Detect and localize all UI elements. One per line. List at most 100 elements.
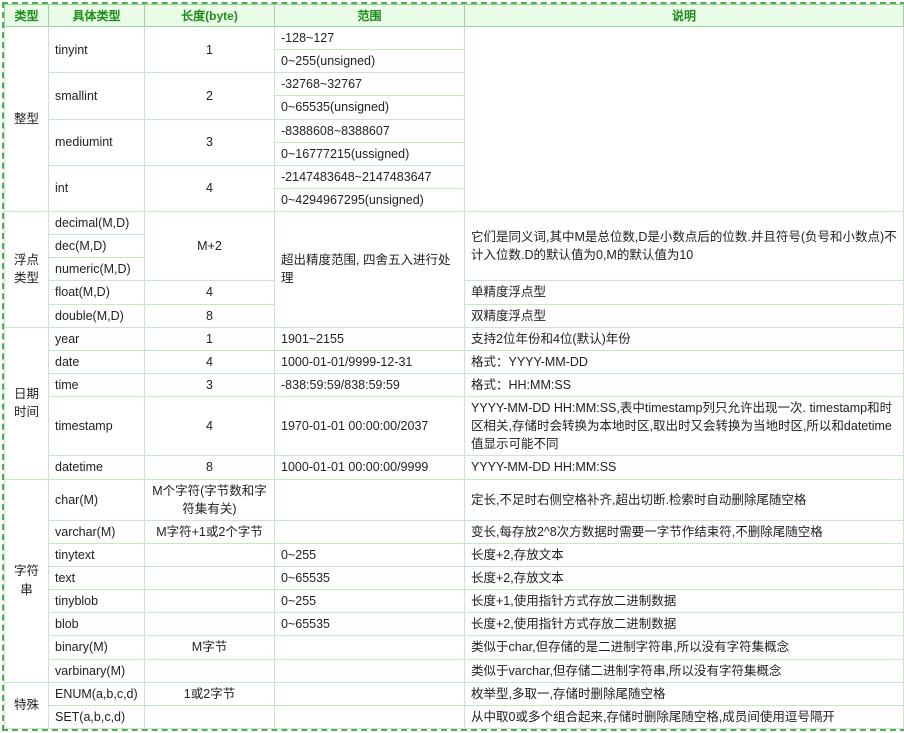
datatype-table-container: 类型 具体类型 长度(byte) 范围 说明 整型 tinyint 1 -128… xyxy=(2,2,904,731)
cell-desc: 单精度浮点型 xyxy=(465,281,904,304)
cell-range: 0~16777215(ussigned) xyxy=(275,142,465,165)
cell-length: 8 xyxy=(145,304,275,327)
cell-desc: YYYY-MM-DD HH:MM:SS xyxy=(465,456,904,479)
table-row: timestamp 4 1970-01-01 00:00:00/2037 YYY… xyxy=(5,397,904,456)
table-row: varbinary(M) 类似于varchar,但存储二进制字符串,所以没有字符… xyxy=(5,659,904,682)
cell-range xyxy=(275,659,465,682)
cell-subtype: decimal(M,D) xyxy=(49,212,145,235)
table-row: blob 0~65535 长度+2,使用指针方式存放二进制数据 xyxy=(5,613,904,636)
cell-desc: 定长,不足时右侧空格补齐,超出切断.检索时自动删除尾随空格 xyxy=(465,479,904,520)
cell-subtype: float(M,D) xyxy=(49,281,145,304)
cell-subtype: text xyxy=(49,567,145,590)
col-range: 范围 xyxy=(275,5,465,27)
cell-range: -838:59:59/838:59:59 xyxy=(275,373,465,396)
cell-subtype: varbinary(M) xyxy=(49,659,145,682)
cell-range xyxy=(275,520,465,543)
cell-length: M个字符(字节数和字符集有关) xyxy=(145,479,275,520)
cell-subtype: blob xyxy=(49,613,145,636)
cell-length xyxy=(145,613,275,636)
cell-desc: 从中取0或多个组合起来,存储时删除尾随空格,成员间使用逗号隔开 xyxy=(465,705,904,728)
cell-range: 1000-01-01/9999-12-31 xyxy=(275,350,465,373)
cell-desc: 支持2位年份和4位(默认)年份 xyxy=(465,327,904,350)
cell-desc: 变长,每存放2^8次方数据时需要一字节作结束符,不删除尾随空格 xyxy=(465,520,904,543)
cell-desc: 枚举型,多取一,存储时删除尾随空格 xyxy=(465,682,904,705)
cell-length: 3 xyxy=(145,119,275,165)
cell-subtype: smallint xyxy=(49,73,145,119)
col-desc: 说明 xyxy=(465,5,904,27)
category-special: 特殊 xyxy=(5,682,49,728)
table-row: tinyblob 0~255 长度+1,使用指针方式存放二进制数据 xyxy=(5,590,904,613)
cell-range xyxy=(275,682,465,705)
cell-length xyxy=(145,705,275,728)
table-row: tinytext 0~255 长度+2,存放文本 xyxy=(5,543,904,566)
table-row: 字符串 char(M) M个字符(字节数和字符集有关) 定长,不足时右侧空格补齐… xyxy=(5,479,904,520)
table-row: date 4 1000-01-01/9999-12-31 格式：YYYY-MM-… xyxy=(5,350,904,373)
cell-desc: YYYY-MM-DD HH:MM:SS,表中timestamp列只允许出现一次.… xyxy=(465,397,904,456)
col-type: 类型 xyxy=(5,5,49,27)
cell-range: 0~255 xyxy=(275,590,465,613)
cell-subtype: mediumint xyxy=(49,119,145,165)
cell-length xyxy=(145,567,275,590)
cell-length: 1 xyxy=(145,27,275,73)
cell-length xyxy=(145,590,275,613)
cell-range: 0~255 xyxy=(275,543,465,566)
cell-range: -128~127 xyxy=(275,27,465,50)
cell-length xyxy=(145,543,275,566)
table-row: 特殊 ENUM(a,b,c,d) 1或2字节 枚举型,多取一,存储时删除尾随空格 xyxy=(5,682,904,705)
cell-subtype: dec(M,D) xyxy=(49,235,145,258)
table-row: 整型 tinyint 1 -128~127 xyxy=(5,27,904,50)
cell-subtype: tinyblob xyxy=(49,590,145,613)
cell-subtype: tinyint xyxy=(49,27,145,73)
cell-range: 0~4294967295(unsigned) xyxy=(275,188,465,211)
cell-length: M+2 xyxy=(145,212,275,281)
cell-subtype: char(M) xyxy=(49,479,145,520)
cell-desc: 类似于char,但存储的是二进制字符串,所以没有字符集概念 xyxy=(465,636,904,659)
cell-length: M字节 xyxy=(145,636,275,659)
cell-subtype: timestamp xyxy=(49,397,145,456)
cell-desc xyxy=(465,27,904,212)
cell-range: -2147483648~2147483647 xyxy=(275,165,465,188)
header-row: 类型 具体类型 长度(byte) 范围 说明 xyxy=(5,5,904,27)
cell-range: 0~65535 xyxy=(275,567,465,590)
cell-length: 4 xyxy=(145,281,275,304)
cell-desc: 长度+2,存放文本 xyxy=(465,543,904,566)
cell-length: 1或2字节 xyxy=(145,682,275,705)
table-row: SET(a,b,c,d) 从中取0或多个组合起来,存储时删除尾随空格,成员间使用… xyxy=(5,705,904,728)
table-row: text 0~65535 长度+2,存放文本 xyxy=(5,567,904,590)
col-subtype: 具体类型 xyxy=(49,5,145,27)
cell-range xyxy=(275,636,465,659)
cell-desc: 双精度浮点型 xyxy=(465,304,904,327)
cell-range: 1901~2155 xyxy=(275,327,465,350)
cell-length: 2 xyxy=(145,73,275,119)
cell-subtype: datetime xyxy=(49,456,145,479)
table-row: 浮点类型 decimal(M,D) M+2 超出精度范围, 四舍五入进行处理 它… xyxy=(5,212,904,235)
cell-range xyxy=(275,479,465,520)
cell-subtype: int xyxy=(49,165,145,211)
cell-length: 4 xyxy=(145,350,275,373)
category-string: 字符串 xyxy=(5,479,49,682)
cell-range: 1000-01-01 00:00:00/9999 xyxy=(275,456,465,479)
cell-range xyxy=(275,705,465,728)
cell-length: 8 xyxy=(145,456,275,479)
cell-subtype: SET(a,b,c,d) xyxy=(49,705,145,728)
category-int: 整型 xyxy=(5,27,49,212)
cell-subtype: double(M,D) xyxy=(49,304,145,327)
cell-desc: 它们是同义词,其中M是总位数,D是小数点后的位数.并且符号(负号和小数点)不计入… xyxy=(465,212,904,281)
table-row: datetime 8 1000-01-01 00:00:00/9999 YYYY… xyxy=(5,456,904,479)
cell-range: 0~255(unsigned) xyxy=(275,50,465,73)
cell-desc: 长度+2,使用指针方式存放二进制数据 xyxy=(465,613,904,636)
cell-range: -8388608~8388607 xyxy=(275,119,465,142)
cell-range: 0~65535(unsigned) xyxy=(275,96,465,119)
cell-length: 1 xyxy=(145,327,275,350)
table-row: binary(M) M字节 类似于char,但存储的是二进制字符串,所以没有字符… xyxy=(5,636,904,659)
cell-subtype: numeric(M,D) xyxy=(49,258,145,281)
cell-length: 3 xyxy=(145,373,275,396)
cell-desc: 长度+1,使用指针方式存放二进制数据 xyxy=(465,590,904,613)
cell-length xyxy=(145,659,275,682)
cell-desc: 长度+2,存放文本 xyxy=(465,567,904,590)
cell-length: M字符+1或2个字节 xyxy=(145,520,275,543)
cell-range: 0~65535 xyxy=(275,613,465,636)
category-float: 浮点类型 xyxy=(5,212,49,328)
cell-desc: 类似于varchar,但存储二进制字符串,所以没有字符集概念 xyxy=(465,659,904,682)
cell-subtype: varchar(M) xyxy=(49,520,145,543)
